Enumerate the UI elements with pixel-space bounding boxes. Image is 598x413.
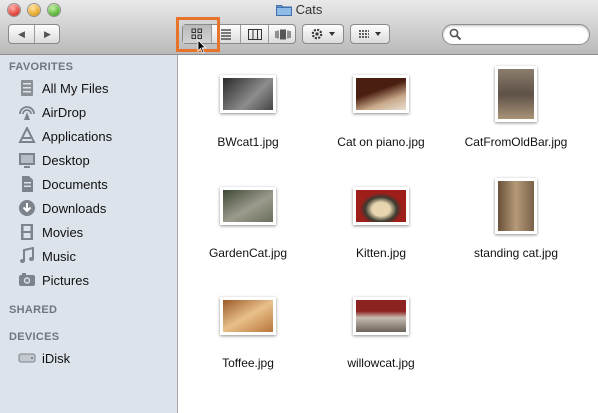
file-name[interactable]: Kitten.jpg xyxy=(311,246,451,260)
shared-header: SHARED xyxy=(9,304,58,316)
sidebar-item-music[interactable]: Music xyxy=(17,245,76,267)
sidebar-item-label: iDisk xyxy=(42,350,71,366)
mouse-cursor-icon xyxy=(197,39,207,54)
file-name[interactable]: BWcat1.jpg xyxy=(178,135,318,149)
file-thumbnail-willowcat[interactable] xyxy=(353,297,409,335)
sidebar-item-airdrop[interactable]: AirDrop xyxy=(17,101,86,123)
downloads-icon xyxy=(19,200,35,216)
search-icon xyxy=(449,28,462,41)
column-view-button[interactable] xyxy=(240,25,269,43)
action-menu-button[interactable] xyxy=(302,24,344,44)
window-title-area: Cats xyxy=(0,2,598,18)
file-thumbnail-gardencat[interactable] xyxy=(220,187,276,225)
window-title: Cats xyxy=(295,2,323,17)
title-bar: Cats ◀ ▶ xyxy=(0,0,598,55)
movies-icon xyxy=(21,224,33,240)
back-button[interactable]: ◀ xyxy=(9,25,34,43)
file-name[interactable]: willowcat.jpg xyxy=(311,356,451,370)
documents-icon xyxy=(22,176,33,192)
sidebar-item-downloads[interactable]: Downloads xyxy=(17,197,106,219)
file-name[interactable]: GardenCat.jpg xyxy=(178,246,318,260)
sidebar-item-label: Desktop xyxy=(42,152,90,168)
file-name[interactable]: Cat on piano.jpg xyxy=(311,135,451,149)
sidebar-item-label: All My Files xyxy=(42,80,109,96)
cover-flow-icon xyxy=(275,29,291,39)
file-thumbnail-standing-cat[interactable] xyxy=(495,178,537,234)
column-view-icon xyxy=(248,28,262,40)
chevron-down-icon xyxy=(329,32,335,36)
folder-icon xyxy=(275,3,292,20)
list-view-icon xyxy=(221,29,231,40)
desktop-icon xyxy=(19,153,35,168)
sidebar-item-all-my-files[interactable]: All My Files xyxy=(17,77,108,99)
favorites-header: FAVORITES xyxy=(9,61,74,73)
file-name[interactable]: standing cat.jpg xyxy=(446,246,586,260)
sidebar-item-label: Music xyxy=(42,248,76,264)
sidebar-item-applications[interactable]: Applications xyxy=(17,125,112,147)
sidebar-item-pictures[interactable]: Pictures xyxy=(17,269,89,291)
sidebar-item-label: Movies xyxy=(42,224,84,240)
devices-header: DEVICES xyxy=(9,331,60,343)
sidebar-item-documents[interactable]: Documents xyxy=(17,173,108,195)
forward-arrow-icon: ▶ xyxy=(44,28,51,39)
airdrop-icon xyxy=(19,106,35,120)
file-thumbnail-kitten[interactable] xyxy=(353,187,409,225)
disk-icon xyxy=(18,353,36,363)
file-name[interactable]: CatFromOldBar.jpg xyxy=(446,135,586,149)
arrange-menu-button[interactable] xyxy=(350,24,390,44)
photo-image xyxy=(356,78,406,110)
cover-flow-view-button[interactable] xyxy=(268,25,297,43)
all-files-icon xyxy=(21,80,33,96)
music-icon xyxy=(20,247,34,263)
file-thumbnail-bwcat1[interactable] xyxy=(220,75,276,113)
file-thumbnail-cat-on-piano[interactable] xyxy=(353,75,409,113)
sidebar: FAVORITES All My Files AirDrop Applicati… xyxy=(0,55,178,413)
chevron-down-icon xyxy=(375,32,381,36)
photo-image xyxy=(356,190,406,222)
back-forward-control: ◀ ▶ xyxy=(8,24,60,44)
forward-button[interactable]: ▶ xyxy=(34,25,60,43)
photo-image xyxy=(498,69,534,119)
back-arrow-icon: ◀ xyxy=(18,28,25,39)
photo-image xyxy=(498,181,534,231)
sidebar-item-idisk[interactable]: iDisk xyxy=(17,347,70,369)
search-field[interactable] xyxy=(442,24,590,45)
sidebar-item-label: Documents xyxy=(42,176,108,192)
sidebar-item-movies[interactable]: Movies xyxy=(17,221,83,243)
photo-image xyxy=(223,300,273,332)
sidebar-item-label: Pictures xyxy=(42,272,89,288)
sidebar-item-label: Applications xyxy=(42,128,113,144)
arrange-icon xyxy=(359,30,369,38)
pictures-icon xyxy=(19,273,35,286)
file-name[interactable]: Toffee.jpg xyxy=(178,356,318,370)
photo-image xyxy=(356,300,406,332)
sidebar-item-label: Downloads xyxy=(42,200,107,216)
file-thumbnail-catfromoldbar[interactable] xyxy=(495,66,537,122)
gear-icon xyxy=(311,28,323,40)
sidebar-item-label: AirDrop xyxy=(42,104,87,120)
photo-image xyxy=(223,190,273,222)
finder-window: Cats ◀ ▶ FAVORITES All My Files AirDrop … xyxy=(0,0,598,413)
file-thumbnail-toffee[interactable] xyxy=(220,297,276,335)
file-icon-grid: BWcat1.jpg Cat on piano.jpg CatFromOldBa… xyxy=(178,55,598,413)
applications-icon xyxy=(18,127,36,143)
sidebar-item-desktop[interactable]: Desktop xyxy=(17,149,90,171)
photo-image xyxy=(223,78,273,110)
